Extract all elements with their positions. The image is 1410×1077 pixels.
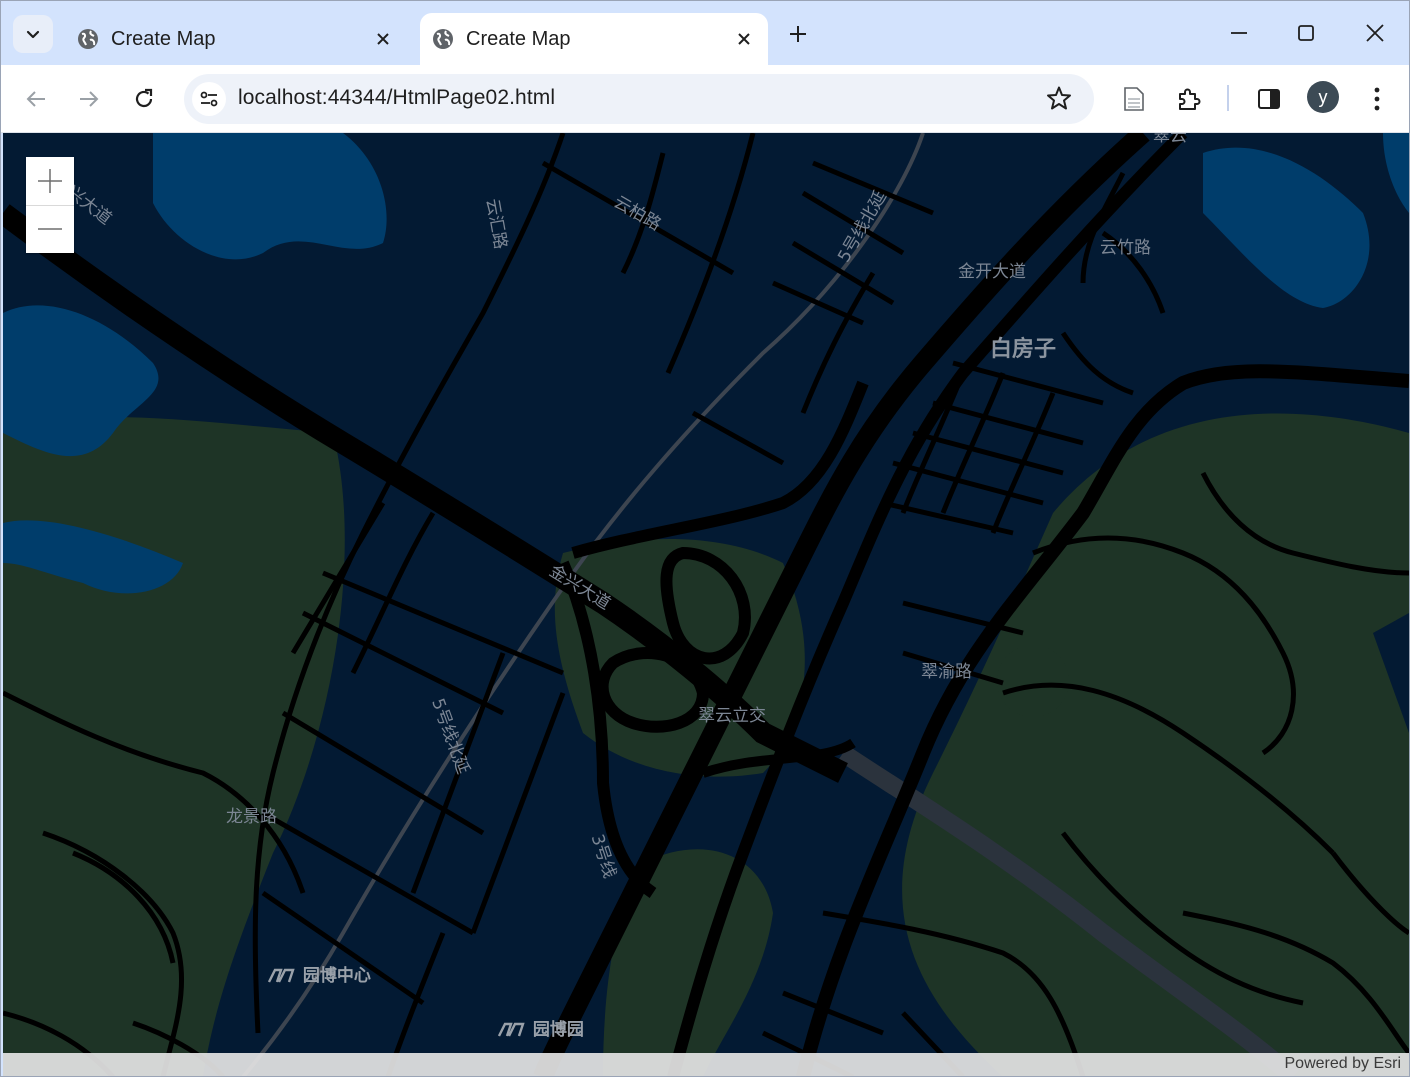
label-road: 金开大道	[958, 262, 1026, 282]
site-info-button[interactable]	[192, 82, 226, 116]
address-bar[interactable]: localhost:44344/HtmlPage02.html	[184, 74, 1094, 124]
menu-button[interactable]	[1357, 79, 1397, 119]
metro-icon	[267, 968, 295, 983]
label-road: 翠渝路	[921, 662, 972, 682]
new-tab-button[interactable]	[783, 19, 813, 49]
label-station: 园博中心	[267, 961, 371, 986]
label-station-text: 园博中心	[302, 966, 371, 986]
maximize-button[interactable]	[1282, 15, 1330, 51]
tab-strip: Create Map Create Map	[1, 1, 1409, 65]
profile-avatar[interactable]: y	[1307, 81, 1339, 113]
zoom-out-button[interactable]	[26, 205, 74, 253]
tab-create-map-1[interactable]: Create Map	[65, 13, 407, 65]
label-place: 白房子	[990, 337, 1057, 362]
water-top-right	[1203, 147, 1370, 308]
minus-icon	[38, 228, 62, 230]
zoom-divider	[26, 205, 74, 206]
globe-icon	[78, 29, 98, 49]
toolbar-separator	[1227, 85, 1229, 111]
pond-right	[997, 645, 1069, 717]
puzzle-icon	[1179, 88, 1201, 110]
label-interchange: 翠云立交	[698, 706, 766, 726]
chevron-down-icon	[26, 30, 40, 39]
label-road: 云竹路	[1100, 238, 1151, 258]
close-icon	[1366, 24, 1384, 42]
water-right	[1383, 133, 1409, 213]
arrow-right-icon	[80, 91, 99, 107]
minimize-icon	[1231, 32, 1247, 34]
label-station: 园博园	[497, 1015, 584, 1040]
plus-icon	[38, 169, 62, 193]
forward-button[interactable]	[69, 79, 109, 119]
tab-create-map-2[interactable]: Create Map	[420, 13, 768, 65]
side-panel-icon	[1258, 89, 1280, 109]
map-attribution: Powered by Esri	[3, 1053, 1409, 1076]
close-icon	[377, 33, 389, 45]
minimize-button[interactable]	[1215, 15, 1263, 51]
maximize-icon	[1298, 25, 1314, 41]
close-window-button[interactable]	[1351, 15, 1399, 51]
zoom-in-button[interactable]	[26, 157, 74, 205]
arrow-left-icon	[26, 91, 45, 107]
tab-close-button[interactable]	[730, 25, 758, 53]
zoom-control	[26, 157, 74, 253]
attribution-text: Powered by Esri	[1284, 1055, 1402, 1072]
plus-icon	[790, 26, 806, 42]
reload-button[interactable]	[124, 79, 164, 119]
browser-window: Create Map Create Map localhost:44344/Ht…	[0, 0, 1410, 1077]
label-station-text: 园博园	[532, 1020, 584, 1040]
tab-title: Create Map	[111, 27, 216, 50]
label-place: 翠云	[1153, 133, 1187, 146]
water-top-left	[153, 133, 387, 260]
reading-mode-button[interactable]	[1114, 79, 1154, 119]
map-view[interactable]: 云柏路 金开大道 云竹路 白房子 金兴大道 兴大道 翠渝路 翠云立交 5号线北延…	[3, 133, 1409, 1076]
close-icon	[738, 33, 750, 45]
browser-toolbar: localhost:44344/HtmlPage02.html y	[1, 65, 1409, 133]
bookmark-star-icon[interactable]	[1046, 85, 1072, 111]
tab-search-button[interactable]	[13, 15, 53, 53]
metro-icon	[497, 1022, 525, 1037]
tab-close-button[interactable]	[369, 25, 397, 53]
extensions-button[interactable]	[1169, 79, 1209, 119]
document-icon	[1124, 87, 1144, 111]
globe-icon	[433, 29, 453, 49]
back-button[interactable]	[16, 79, 56, 119]
tune-icon	[200, 91, 218, 107]
url-text: localhost:44344/HtmlPage02.html	[238, 86, 556, 109]
tab-title: Create Map	[466, 27, 571, 50]
more-vert-icon	[1374, 87, 1380, 111]
basemap-graphics	[3, 133, 1409, 1076]
reload-icon	[135, 88, 153, 108]
label-road: 龙景路	[226, 807, 277, 827]
side-panel-button[interactable]	[1249, 79, 1289, 119]
